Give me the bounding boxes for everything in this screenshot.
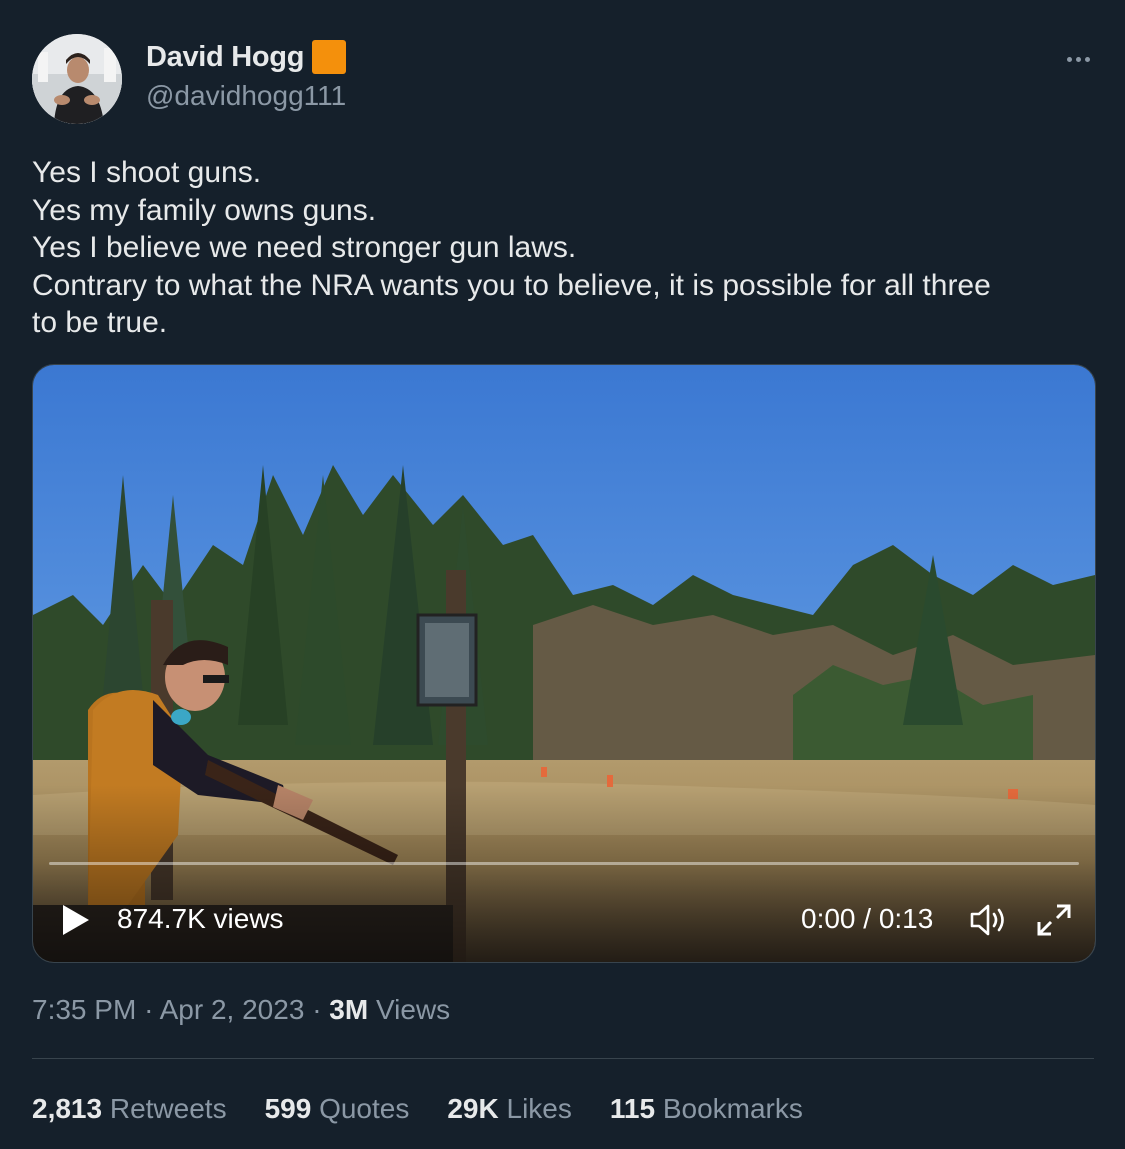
name-row: David Hogg	[146, 40, 347, 74]
stat-count: 29K	[447, 1093, 499, 1124]
tweet-text-line: Yes I shoot guns.	[32, 156, 262, 189]
tweet-text-line: to be true.	[32, 306, 168, 339]
stat-label: Likes	[506, 1093, 572, 1124]
video-progress-bar[interactable]	[49, 862, 1079, 865]
views-count: 3M	[329, 994, 369, 1025]
meta-separator: ·	[312, 994, 322, 1025]
tweet-text-line: Yes I believe we need stronger gun laws.	[32, 231, 577, 264]
play-icon[interactable]	[61, 903, 91, 937]
engagement-stats: 2,813 Retweets 599 Quotes 29K Likes 115 …	[32, 1093, 803, 1125]
video-frame	[33, 365, 1095, 962]
views-label: Views	[375, 994, 451, 1025]
tweet-text-line: Yes my family owns guns.	[32, 193, 377, 227]
tweet-card: David Hogg @davidhogg111 Yes I shoot gun…	[0, 0, 1125, 1149]
stat-retweets[interactable]: 2,813 Retweets	[32, 1093, 227, 1125]
more-dot	[1066, 56, 1072, 62]
handle[interactable]: @davidhogg111	[146, 80, 346, 112]
stat-bookmarks[interactable]: 115 Bookmarks	[610, 1093, 803, 1125]
avatar-image	[32, 34, 122, 124]
tweet-text-line: Contrary to what the NRA wants you to be…	[32, 268, 991, 302]
more-dot	[1075, 56, 1081, 62]
stat-quotes[interactable]: 599 Quotes	[265, 1093, 410, 1125]
video-player[interactable]: 874.7K views 0:00 / 0:13	[32, 364, 1096, 963]
stat-label: Retweets	[109, 1093, 227, 1124]
fullscreen-icon[interactable]	[1035, 902, 1073, 938]
tweet-meta: 7:35 PM · Apr 2, 2023 · 3M Views	[32, 994, 450, 1026]
divider	[32, 1058, 1094, 1059]
tweet-text: Yes I shoot guns. Yes my family owns gun…	[32, 154, 1102, 342]
avatar[interactable]	[32, 34, 122, 124]
video-time: 0:00 / 0:13	[801, 903, 934, 934]
meta-separator: ·	[144, 994, 154, 1025]
stat-label: Quotes	[319, 1093, 410, 1124]
more-dot	[1084, 56, 1090, 62]
tweet-date[interactable]: Apr 2, 2023	[160, 994, 305, 1025]
more-icon[interactable]	[1058, 44, 1098, 74]
volume-icon[interactable]	[968, 902, 1008, 938]
stat-likes[interactable]: 29K Likes	[447, 1093, 572, 1125]
tweet-time[interactable]: 7:35 PM	[32, 994, 136, 1025]
display-name[interactable]: David Hogg	[146, 41, 304, 74]
stat-label: Bookmarks	[662, 1093, 803, 1124]
video-views: 874.7K views	[117, 903, 284, 934]
stat-count: 2,813	[32, 1093, 103, 1124]
stat-count: 599	[264, 1093, 312, 1124]
stat-count: 115	[609, 1093, 656, 1124]
verified-badge-icon[interactable]	[312, 40, 347, 74]
